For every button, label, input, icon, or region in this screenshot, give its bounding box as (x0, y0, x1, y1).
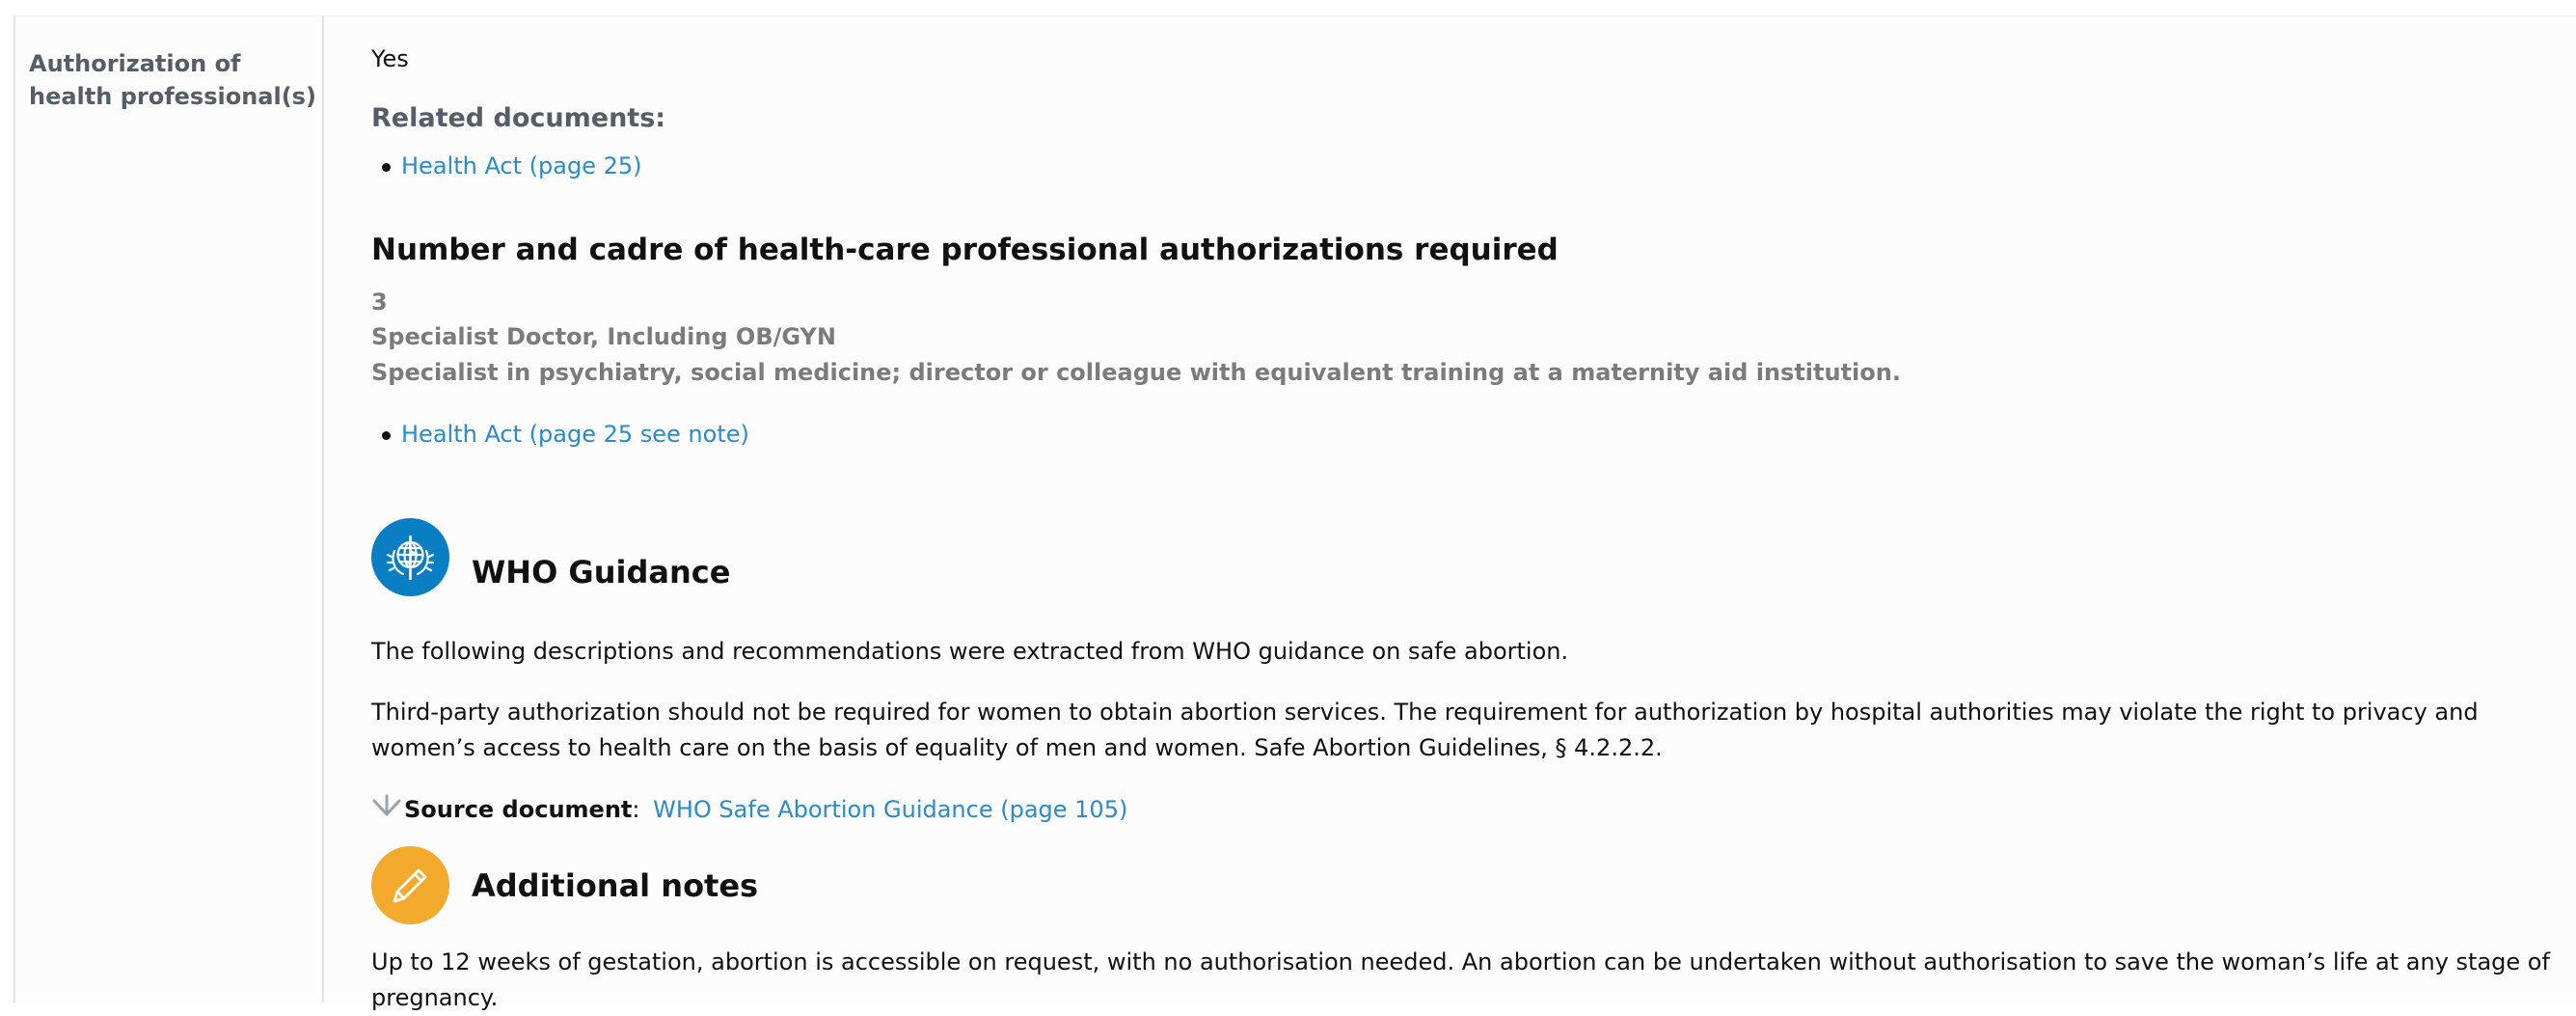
who-safe-abortion-link[interactable]: WHO Safe Abortion Guidance (page 105) (653, 796, 1127, 823)
who-intro-text: The following descriptions and recommend… (371, 634, 1568, 669)
number-cadre-heading: Number and cadre of health-care professi… (371, 233, 1559, 267)
health-act-note-link[interactable]: Health Act (page 25 see note) (401, 417, 749, 452)
cadre-item: Specialist in psychiatry, social medicin… (371, 355, 1901, 390)
country-profile-row: Authorization of health professional(s) … (14, 15, 2576, 1002)
source-document-label: Source document (404, 796, 632, 823)
row-label: Authorization of health professional(s) (29, 47, 318, 113)
additional-notes-text: Up to 12 weeks of gestation, abortion is… (371, 945, 2551, 1016)
source-separator: : (632, 796, 639, 823)
health-act-link[interactable]: Health Act (page 25) (401, 149, 642, 183)
cadre-item: Specialist Doctor, Including OB/GYN (371, 319, 836, 354)
source-document-line: Source document: WHO Safe Abortion Guida… (371, 792, 1127, 828)
answer-value: Yes (371, 41, 409, 76)
who-emblem-icon (371, 518, 449, 596)
additional-notes-heading: Additional notes (472, 868, 758, 903)
related-documents-heading: Related documents: (371, 101, 665, 136)
row-label-column: Authorization of health professional(s) (15, 16, 324, 1002)
authorization-count: 3 (371, 285, 388, 319)
who-guidance-heading: WHO Guidance (472, 555, 730, 590)
arrow-down-icon (371, 793, 404, 828)
who-guidance-text: Third-party authorization should not be … (371, 695, 2551, 766)
pencil-icon (371, 846, 449, 924)
